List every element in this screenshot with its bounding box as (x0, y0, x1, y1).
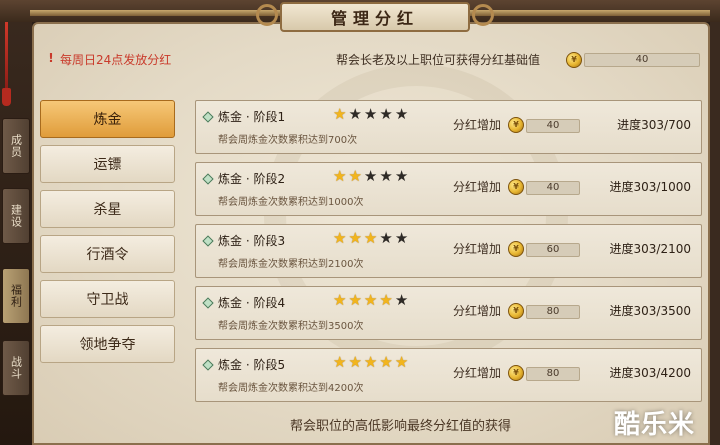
star-icon: ★ (348, 291, 362, 309)
star-icon: ★ (333, 105, 347, 123)
stage-progress: 进度303/2100 (609, 242, 692, 256)
star-icon: ★ (394, 353, 409, 371)
left-side-strip: 成员 建设 福利 战斗 (0, 0, 32, 445)
star-icon: ★ (333, 353, 347, 371)
gold-coin-icon: ¥ (508, 179, 524, 195)
bonus-value: 80 (526, 305, 580, 319)
category-escort[interactable]: 运镖 (40, 145, 175, 183)
stage-progress: 进度303/3500 (609, 304, 692, 318)
title-ornament-right (472, 4, 494, 26)
stage-title: 炼金 · 阶段2 (218, 172, 286, 186)
star-icon: ★ (363, 105, 378, 123)
site-watermark: 酷乐米 (614, 410, 696, 440)
star-rating: ★ ★ ★ ★ ★ (333, 105, 408, 123)
stage-row-3: 炼金 · 阶段3 ★ ★ ★ ★ ★ 帮会周炼金次数累积达到2100次 分红增加 ¥ 6… (195, 224, 702, 278)
stage-description: 帮会周炼金次数累积达到4200次 (218, 383, 364, 394)
star-icon: ★ (348, 167, 362, 185)
side-tab-battle[interactable]: 战斗 (2, 340, 30, 396)
star-icon: ★ (394, 105, 409, 123)
star-icon: ★ (394, 291, 409, 309)
stage-description: 帮会周炼金次数累积达到700次 (218, 135, 358, 146)
stage-title: 炼金 · 阶段5 (218, 358, 286, 372)
gold-coin-icon: ¥ (508, 241, 524, 257)
diamond-icon (202, 111, 214, 123)
bonus-label: 分红增加 (453, 118, 502, 132)
star-icon: ★ (379, 105, 393, 123)
star-icon: ★ (394, 229, 409, 247)
stage-progress: 进度303/4200 (609, 366, 692, 380)
side-tab-welfare[interactable]: 福利 (2, 268, 30, 324)
diamond-icon (202, 297, 214, 309)
stage-progress: 进度303/700 (617, 118, 691, 132)
star-icon: ★ (333, 229, 347, 247)
side-tab-members[interactable]: 成员 (2, 118, 30, 174)
stage-title: 炼金 · 阶段1 (218, 110, 286, 124)
window-title: 管理分红 (280, 2, 470, 32)
star-rating: ★ ★ ★ ★ ★ (333, 167, 408, 185)
bonus-label: 分红增加 (453, 180, 502, 194)
bonus-value: 80 (526, 367, 580, 381)
star-icon: ★ (379, 291, 393, 309)
bonus-value: 40 (526, 119, 580, 133)
star-icon: ★ (333, 291, 347, 309)
bonus-label: 分红增加 (453, 366, 502, 380)
gold-coin-icon: ¥ (508, 303, 524, 319)
star-rating: ★ ★ ★ ★ ★ (333, 353, 408, 371)
base-value-box: 40 (584, 53, 700, 67)
footer-note: 帮会职位的高低影响最终分红值的获得 (290, 419, 512, 434)
star-icon: ★ (348, 353, 362, 371)
star-rating: ★ ★ ★ ★ ★ (333, 229, 408, 247)
game-screen: 成员 建设 福利 战斗 管理分红 ! 每周日24点发放分红 帮会长老及以上职位可… (0, 0, 720, 445)
star-icon: ★ (348, 229, 362, 247)
star-icon: ★ (363, 353, 378, 371)
stage-description: 帮会周炼金次数累积达到2100次 (218, 259, 364, 270)
bonus-label: 分红增加 (453, 242, 502, 256)
stage-description: 帮会周炼金次数累积达到3500次 (218, 321, 364, 332)
bonus-value: 40 (526, 181, 580, 195)
stage-row-5: 炼金 · 阶段5 ★ ★ ★ ★ ★ 帮会周炼金次数累积达到4200次 分红增加 ¥ 8… (195, 348, 702, 402)
stage-title: 炼金 · 阶段3 (218, 234, 286, 248)
star-icon: ★ (363, 167, 378, 185)
category-alchemy[interactable]: 炼金 (40, 100, 175, 138)
right-side-strip (710, 0, 720, 445)
star-icon: ★ (379, 167, 393, 185)
title-ornament-left (256, 4, 278, 26)
gold-coin-icon: ¥ (508, 365, 524, 381)
stage-row-1: 炼金 · 阶段1 ★ ★ ★ ★ ★ 帮会周炼金次数累积达到700次 分红增加 ¥ 40… (195, 100, 702, 154)
star-icon: ★ (348, 105, 362, 123)
side-tab-build[interactable]: 建设 (2, 188, 30, 244)
tassel-decoration (2, 88, 11, 106)
star-icon: ★ (379, 353, 393, 371)
category-guard-battle[interactable]: 守卫战 (40, 280, 175, 318)
star-icon: ★ (379, 229, 393, 247)
star-icon: ★ (394, 167, 409, 185)
star-icon: ★ (363, 229, 378, 247)
gold-coin-icon: ¥ (508, 117, 524, 133)
star-rating: ★ ★ ★ ★ ★ (333, 291, 408, 309)
bonus-value: 60 (526, 243, 580, 257)
category-star-kill[interactable]: 杀星 (40, 190, 175, 228)
diamond-icon (202, 173, 214, 185)
stage-title: 炼金 · 阶段4 (218, 296, 286, 310)
star-icon: ★ (333, 167, 347, 185)
diamond-icon (202, 359, 214, 371)
diamond-icon (202, 235, 214, 247)
stage-row-4: 炼金 · 阶段4 ★ ★ ★ ★ ★ 帮会周炼金次数累积达到3500次 分红增加 ¥ 8… (195, 286, 702, 340)
stage-progress: 进度303/1000 (609, 180, 692, 194)
exclamation-icon: ! (48, 51, 54, 65)
rope-decoration (5, 18, 8, 90)
base-value-label: 帮会长老及以上职位可获得分红基础值 (336, 53, 541, 67)
gold-coin-icon: ¥ (566, 52, 582, 68)
category-drinking-game[interactable]: 行酒令 (40, 235, 175, 273)
stage-description: 帮会周炼金次数累积达到1000次 (218, 197, 364, 208)
payout-notice: 每周日24点发放分红 (60, 53, 172, 67)
stage-row-2: 炼金 · 阶段2 ★ ★ ★ ★ ★ 帮会周炼金次数累积达到1000次 分红增加 ¥ 4… (195, 162, 702, 216)
bonus-label: 分红增加 (453, 304, 502, 318)
category-territory-war[interactable]: 领地争夺 (40, 325, 175, 363)
star-icon: ★ (363, 291, 378, 309)
